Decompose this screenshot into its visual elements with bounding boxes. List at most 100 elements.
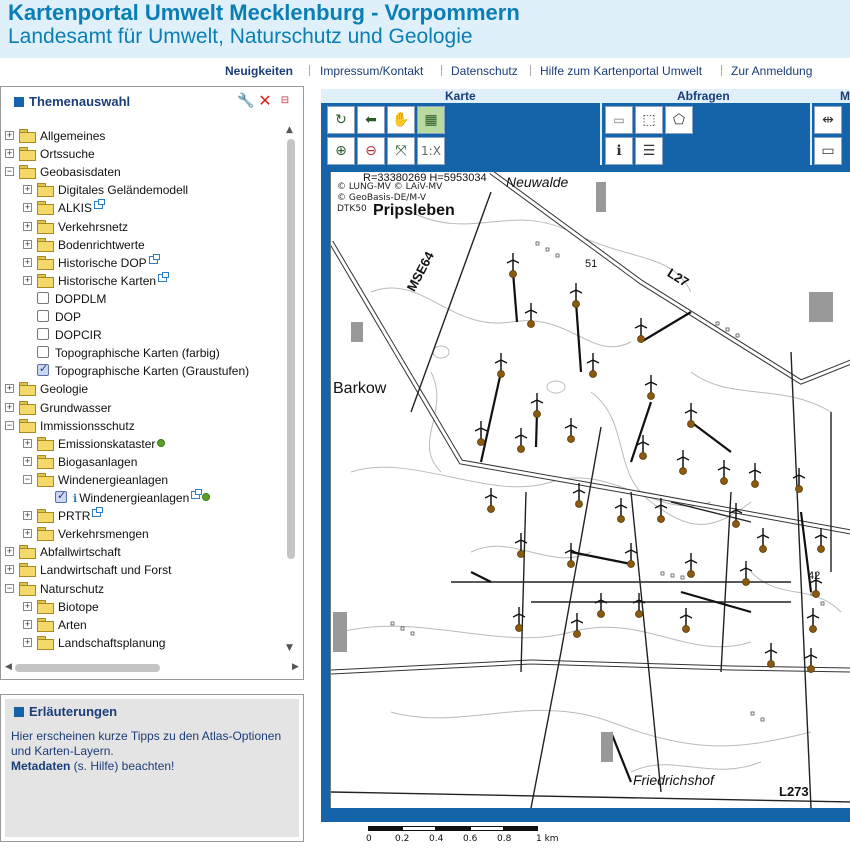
info-query-icon[interactable]: ℹ [605, 137, 633, 165]
scroll-up-icon[interactable]: ▲ [286, 125, 293, 135]
scroll-down-icon[interactable]: ▼ [286, 643, 293, 653]
expand-toggle-icon[interactable]: + [5, 402, 14, 412]
expand-toggle-icon[interactable]: + [5, 149, 14, 159]
expand-toggle-icon[interactable]: + [23, 257, 32, 267]
tree-item[interactable]: + Bodenrichtwerte [23, 236, 281, 254]
tree-item[interactable]: − Immissionsschutz [5, 417, 281, 435]
collapse-toggle-icon[interactable]: − [5, 167, 14, 177]
layer-checkbox[interactable] [37, 310, 49, 322]
zoom-out-icon[interactable]: ⊖ [357, 137, 385, 165]
wind-turbine-icon[interactable] [564, 418, 578, 443]
tree-item[interactable]: + Verkehrsmengen [23, 525, 281, 543]
list-query-icon[interactable]: ☰ [635, 137, 663, 165]
scroll-right-icon[interactable]: ▶ [292, 662, 299, 672]
tree-item[interactable]: + Emissionskataster [23, 435, 281, 453]
wind-turbine-icon[interactable] [756, 528, 770, 553]
expand-toggle-icon[interactable]: + [5, 547, 14, 557]
expand-toggle-icon[interactable]: + [23, 438, 32, 448]
pan-hand-icon[interactable]: ✋ [387, 106, 415, 134]
scale-button[interactable]: 1:X [417, 137, 445, 165]
nav-anmeldung[interactable]: Zur Anmeldung [731, 64, 812, 78]
wind-turbine-icon[interactable] [564, 543, 578, 568]
map-view[interactable]: R=33380269 H=5953034 © LUNG-MV © LAiV-MV… [330, 172, 850, 808]
scroll-thumb[interactable] [287, 139, 295, 559]
tree-item[interactable]: + Historische Karten [23, 271, 281, 290]
tree-item[interactable]: − Geobasisdaten [5, 163, 281, 181]
wind-turbine-icon[interactable] [524, 303, 538, 328]
tree-item[interactable]: + Ortssuche [5, 145, 281, 163]
wind-turbine-icon[interactable] [644, 375, 658, 400]
wind-turbine-icon[interactable] [494, 353, 508, 378]
collapse-icon[interactable]: ⊟ [277, 93, 293, 109]
tree-item[interactable]: DOP [23, 308, 281, 326]
collapse-toggle-icon[interactable]: − [5, 583, 14, 593]
delete-icon[interactable]: ✕ [257, 93, 273, 109]
tree-item[interactable]: + Grundwasser [5, 399, 281, 417]
tree-item[interactable]: + Landschaftsplanung [23, 634, 281, 652]
zoom-in-icon[interactable]: ⊕ [327, 137, 355, 165]
tree-item[interactable]: DOPDLM [23, 290, 281, 308]
wind-turbine-icon[interactable] [506, 253, 520, 278]
wind-turbine-icon[interactable] [569, 283, 583, 308]
tree-horizontal-scrollbar[interactable]: ◀ ▶ [5, 661, 301, 675]
collapse-toggle-icon[interactable]: − [5, 420, 14, 430]
layer-checkbox[interactable] [37, 346, 49, 359]
area-query-icon[interactable]: ⬠ [665, 106, 693, 134]
metadaten-link[interactable]: Metadaten [11, 759, 70, 773]
external-window-icon[interactable] [158, 271, 170, 282]
expand-toggle-icon[interactable]: + [23, 637, 32, 647]
wrench-icon[interactable]: 🔧 [237, 93, 254, 109]
wind-turbine-icon[interactable] [654, 498, 668, 523]
wind-turbine-icon[interactable] [530, 393, 544, 418]
tree-item[interactable]: + Biogasanlagen [23, 453, 281, 471]
expand-toggle-icon[interactable]: + [23, 221, 32, 231]
expand-toggle-icon[interactable]: + [23, 239, 32, 249]
external-window-icon[interactable] [191, 489, 203, 499]
tree-item[interactable]: + Allgemeines [5, 127, 281, 145]
tree-item[interactable]: + Biotope [23, 598, 281, 616]
expand-toggle-icon[interactable]: + [23, 619, 32, 629]
external-window-icon[interactable] [94, 199, 106, 210]
wind-turbine-icon[interactable] [676, 450, 690, 475]
expand-toggle-icon[interactable]: + [23, 529, 32, 539]
wind-turbine-icon[interactable] [764, 643, 778, 668]
layer-checkbox[interactable] [55, 489, 67, 503]
scroll-thumb[interactable] [15, 664, 160, 672]
expand-toggle-icon[interactable]: + [5, 384, 14, 394]
measure-area-icon[interactable]: ▭ [814, 137, 842, 165]
tree-item[interactable]: + Digitales Geländemodell [23, 181, 281, 199]
measure-icon[interactable]: ⇹ [814, 106, 842, 134]
text-query-icon[interactable]: ▭ [605, 106, 633, 134]
select-query-icon[interactable]: ⬚ [635, 106, 663, 134]
tree-vertical-scrollbar[interactable]: ▲ ▼ [284, 125, 298, 667]
tree-item[interactable]: − Naturschutz [5, 580, 281, 598]
tree-item[interactable]: + ALKIS [23, 199, 281, 217]
scroll-left-icon[interactable]: ◀ [5, 662, 12, 672]
tree-item[interactable]: ℹWindenergieanlagen [41, 489, 281, 507]
external-window-icon[interactable] [148, 253, 160, 264]
full-extent-icon[interactable]: ⤧ [387, 137, 415, 165]
refresh-icon[interactable]: ↻ [327, 106, 355, 134]
tree-item[interactable]: + Landwirtschaft und Forst [5, 561, 281, 579]
wind-turbine-icon[interactable] [514, 428, 528, 453]
tree-item[interactable]: + Geologie [5, 380, 281, 398]
expand-toggle-icon[interactable]: + [23, 601, 32, 611]
tree-item[interactable]: + PRTR [23, 507, 281, 525]
tree-item[interactable]: − Windenergieanlagen [23, 471, 281, 489]
wind-turbine-icon[interactable] [594, 593, 608, 618]
wind-turbine-icon[interactable] [806, 608, 820, 633]
nav-datenschutz[interactable]: Datenschutz [451, 64, 518, 78]
expand-toggle-icon[interactable]: + [23, 456, 32, 466]
nav-hilfe[interactable]: Hilfe zum Kartenportal Umwelt [540, 64, 702, 78]
info-icon[interactable]: ℹ [73, 493, 77, 505]
wind-turbine-icon[interactable] [684, 553, 698, 578]
wind-turbine-icon[interactable] [484, 488, 498, 513]
tree-item[interactable]: + Arten [23, 616, 281, 634]
back-icon[interactable]: ⬅ [357, 106, 385, 134]
wind-turbine-icon[interactable] [572, 483, 586, 508]
external-window-icon[interactable] [92, 507, 104, 518]
wind-turbine-icon[interactable] [679, 608, 693, 633]
expand-toggle-icon[interactable]: + [23, 203, 32, 213]
nav-impressum[interactable]: Impressum/Kontakt [320, 64, 423, 78]
wind-turbine-icon[interactable] [748, 463, 762, 488]
